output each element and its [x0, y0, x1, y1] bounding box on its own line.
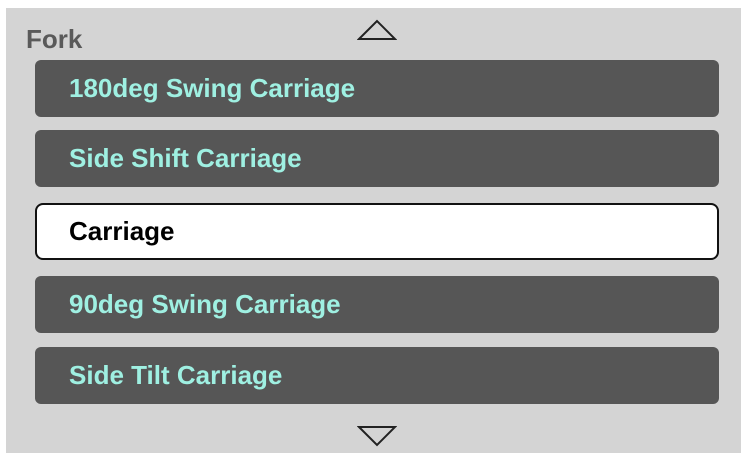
list-item-label: Side Shift Carriage	[69, 143, 302, 173]
list-item-label: Side Tilt Carriage	[69, 360, 283, 390]
list-item-label: Carriage	[69, 216, 175, 246]
list-item[interactable]: Side Shift Carriage	[35, 130, 719, 187]
triangle-down-icon[interactable]	[357, 424, 397, 448]
panel-title: Fork	[26, 24, 83, 54]
list-item-label: 180deg Swing Carriage	[69, 73, 356, 103]
list-item[interactable]: 90deg Swing Carriage	[35, 276, 719, 333]
list-item-label: 90deg Swing Carriage	[69, 289, 341, 319]
triangle-up-icon[interactable]	[357, 18, 397, 42]
list-item[interactable]: Side Tilt Carriage	[35, 347, 719, 404]
list-item[interactable]: 180deg Swing Carriage	[35, 60, 719, 117]
list-item-selected[interactable]: Carriage	[35, 203, 719, 260]
